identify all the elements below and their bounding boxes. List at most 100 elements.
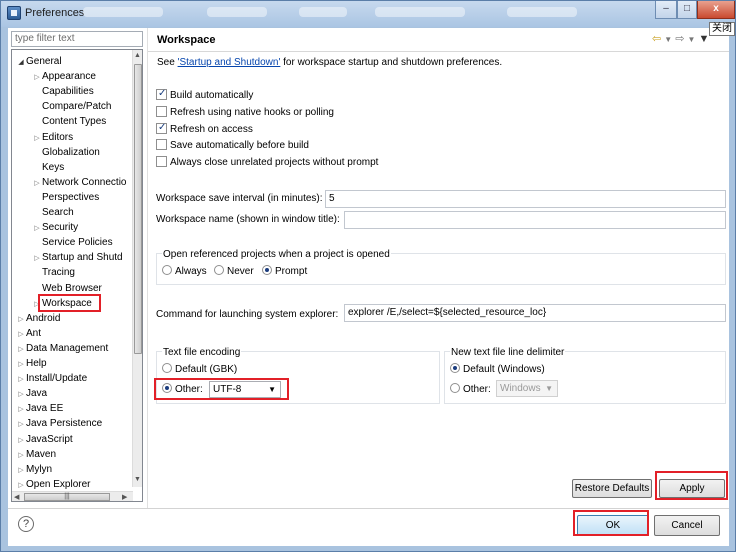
tree-item[interactable]: ▷ Data Management xyxy=(16,341,108,356)
tree-item[interactable]: Perspectives xyxy=(32,190,99,205)
tree-horizontal-scrollbar[interactable]: ◀ ||| ▶ xyxy=(12,491,133,501)
save-before-build-checkbox[interactable]: Save automatically before build xyxy=(156,139,309,153)
tree-item[interactable]: ▷ Mylyn xyxy=(16,462,52,477)
close-button[interactable]: x xyxy=(697,1,735,19)
radio-circle[interactable] xyxy=(450,363,460,373)
collapsed-arrow-icon[interactable]: ▷ xyxy=(32,221,42,236)
minimize-button[interactable]: – xyxy=(655,1,677,19)
delimiter-combo[interactable]: Windows ▼ xyxy=(496,380,558,397)
delimiter-other-radio[interactable]: Other: xyxy=(450,383,491,397)
tree-item[interactable]: ▷ Network Connectio xyxy=(32,175,126,190)
tree-item[interactable]: ▷ Maven xyxy=(16,447,56,462)
tree-item[interactable]: Globalization xyxy=(32,145,100,160)
tree-item[interactable]: ▷ Java EE xyxy=(16,401,63,416)
save-interval-label: Workspace save interval (in minutes): xyxy=(156,193,323,204)
tree-item[interactable]: ▷ Appearance xyxy=(32,69,96,84)
cancel-button[interactable]: Cancel xyxy=(654,515,720,536)
maximize-button[interactable]: □ xyxy=(677,1,697,19)
forward-dropdown-icon[interactable]: ▼ xyxy=(688,35,696,44)
collapsed-arrow-icon[interactable]: ▷ xyxy=(16,372,26,387)
expanded-arrow-icon[interactable]: ◢ xyxy=(16,55,26,70)
chevron-down-icon[interactable]: ▼ xyxy=(545,381,553,396)
collapsed-arrow-icon[interactable]: ▷ xyxy=(32,70,42,85)
pane-divider[interactable] xyxy=(147,28,148,508)
tree-item[interactable]: ▷ Startup and Shutd xyxy=(32,250,122,266)
tree-item[interactable]: Service Policies xyxy=(32,235,113,250)
startup-shutdown-link[interactable]: 'Startup and Shutdown' xyxy=(178,57,281,68)
checkbox-label: Refresh on access xyxy=(170,124,253,135)
radio-circle[interactable] xyxy=(262,265,272,275)
collapsed-arrow-icon[interactable]: ▷ xyxy=(16,433,26,448)
checkbox-box[interactable] xyxy=(156,156,167,167)
tree-item[interactable]: ▷ Android xyxy=(16,311,60,326)
radio-circle[interactable] xyxy=(162,265,172,275)
tree-item[interactable]: ▷ Open Explorer xyxy=(16,477,90,492)
collapsed-arrow-icon[interactable]: ▷ xyxy=(16,448,26,463)
view-menu-icon[interactable]: ▼ xyxy=(699,33,710,45)
filter-input[interactable]: type filter text xyxy=(11,31,143,47)
checkbox-box[interactable] xyxy=(156,87,167,100)
open-ref-prompt-radio[interactable]: Prompt xyxy=(262,265,307,279)
tree-item[interactable]: ▷ Security xyxy=(32,220,78,235)
tree-item[interactable]: ▷ Editors xyxy=(32,130,73,145)
tree-item[interactable]: ▷ Ant xyxy=(16,326,41,341)
radio-circle[interactable] xyxy=(450,383,460,393)
collapsed-arrow-icon[interactable]: ▷ xyxy=(16,387,26,402)
tree-item[interactable]: Capabilities xyxy=(32,84,94,99)
tree-item[interactable]: ◢ General xyxy=(16,54,61,70)
build-automatically-checkbox[interactable]: Build automatically xyxy=(156,87,253,103)
tree-item[interactable]: Compare/Patch xyxy=(32,99,111,114)
scroll-up-icon[interactable]: ▲ xyxy=(134,52,141,59)
tree-item-label: Service Policies xyxy=(42,237,113,249)
refresh-native-hooks-checkbox[interactable]: Refresh using native hooks or polling xyxy=(156,106,334,120)
open-ref-never-radio[interactable]: Never xyxy=(214,265,254,279)
tree-item[interactable]: Keys xyxy=(32,160,64,175)
collapsed-arrow-icon[interactable]: ▷ xyxy=(16,463,26,478)
tree-item[interactable]: ▷ Java xyxy=(16,386,47,401)
refresh-on-access-checkbox[interactable]: Refresh on access xyxy=(156,121,253,137)
tree-item[interactable]: Search xyxy=(32,205,74,220)
help-icon[interactable]: ? xyxy=(18,516,34,532)
tree-item[interactable]: ▷ Install/Update xyxy=(16,371,87,386)
collapsed-arrow-icon[interactable]: ▷ xyxy=(16,357,26,372)
scroll-right-icon[interactable]: ▶ xyxy=(122,493,127,501)
tree-item[interactable]: ▷ JavaScript xyxy=(16,432,72,448)
scroll-down-icon[interactable]: ▼ xyxy=(134,476,141,483)
close-unrelated-checkbox[interactable]: Always close unrelated projects without … xyxy=(156,156,378,170)
save-interval-input[interactable]: 5 xyxy=(325,190,726,208)
tree-item[interactable]: ▷ Help xyxy=(16,356,46,372)
radio-circle[interactable] xyxy=(162,363,172,373)
delimiter-default-radio[interactable]: Default (Windows) xyxy=(450,363,545,377)
collapsed-arrow-icon[interactable]: ▷ xyxy=(32,131,42,146)
checkbox-box[interactable] xyxy=(156,106,167,117)
tree-hscroll-thumb[interactable]: ||| xyxy=(24,493,110,501)
collapsed-arrow-icon[interactable]: ▷ xyxy=(32,251,42,266)
tree-item[interactable]: Content Types xyxy=(32,114,106,129)
collapsed-arrow-icon[interactable]: ▷ xyxy=(32,176,42,191)
back-arrow-icon[interactable]: ⇦ xyxy=(652,33,661,45)
collapsed-arrow-icon[interactable]: ▷ xyxy=(16,478,26,493)
tree-vscroll-thumb[interactable] xyxy=(134,64,142,354)
checkbox-box[interactable] xyxy=(156,139,167,150)
restore-defaults-button[interactable]: Restore Defaults xyxy=(572,479,652,498)
collapsed-arrow-icon[interactable]: ▷ xyxy=(16,402,26,417)
back-dropdown-icon[interactable]: ▼ xyxy=(664,35,672,44)
collapsed-arrow-icon[interactable]: ▷ xyxy=(16,417,26,432)
collapsed-arrow-icon[interactable]: ▷ xyxy=(16,312,26,327)
scroll-left-icon[interactable]: ◀ xyxy=(14,493,19,501)
checkbox-box[interactable] xyxy=(156,121,167,134)
explorer-command-input[interactable]: explorer /E,/select=${selected_resource_… xyxy=(344,304,726,322)
workspace-name-input[interactable] xyxy=(344,211,726,229)
encoding-default-radio[interactable]: Default (GBK) xyxy=(162,363,237,377)
preference-tree[interactable]: ▲ ▼ ◀ ||| ▶ ◢ General ▷ Appearance Capabilit… xyxy=(11,49,143,502)
title-bar[interactable]: Preferences – □ x xyxy=(1,1,735,27)
collapsed-arrow-icon[interactable]: ▷ xyxy=(16,327,26,342)
forward-arrow-icon[interactable]: ⇨ xyxy=(675,33,684,45)
tree-vertical-scrollbar[interactable]: ▲ ▼ xyxy=(132,50,142,487)
tree-item[interactable]: ▷ Java Persistence xyxy=(16,416,102,431)
tree-item[interactable]: Tracing xyxy=(32,265,75,280)
radio-circle[interactable] xyxy=(214,265,224,275)
collapsed-arrow-icon[interactable]: ▷ xyxy=(16,342,26,357)
apply-highlight-box xyxy=(655,471,728,500)
open-ref-always-radio[interactable]: Always xyxy=(162,265,207,279)
